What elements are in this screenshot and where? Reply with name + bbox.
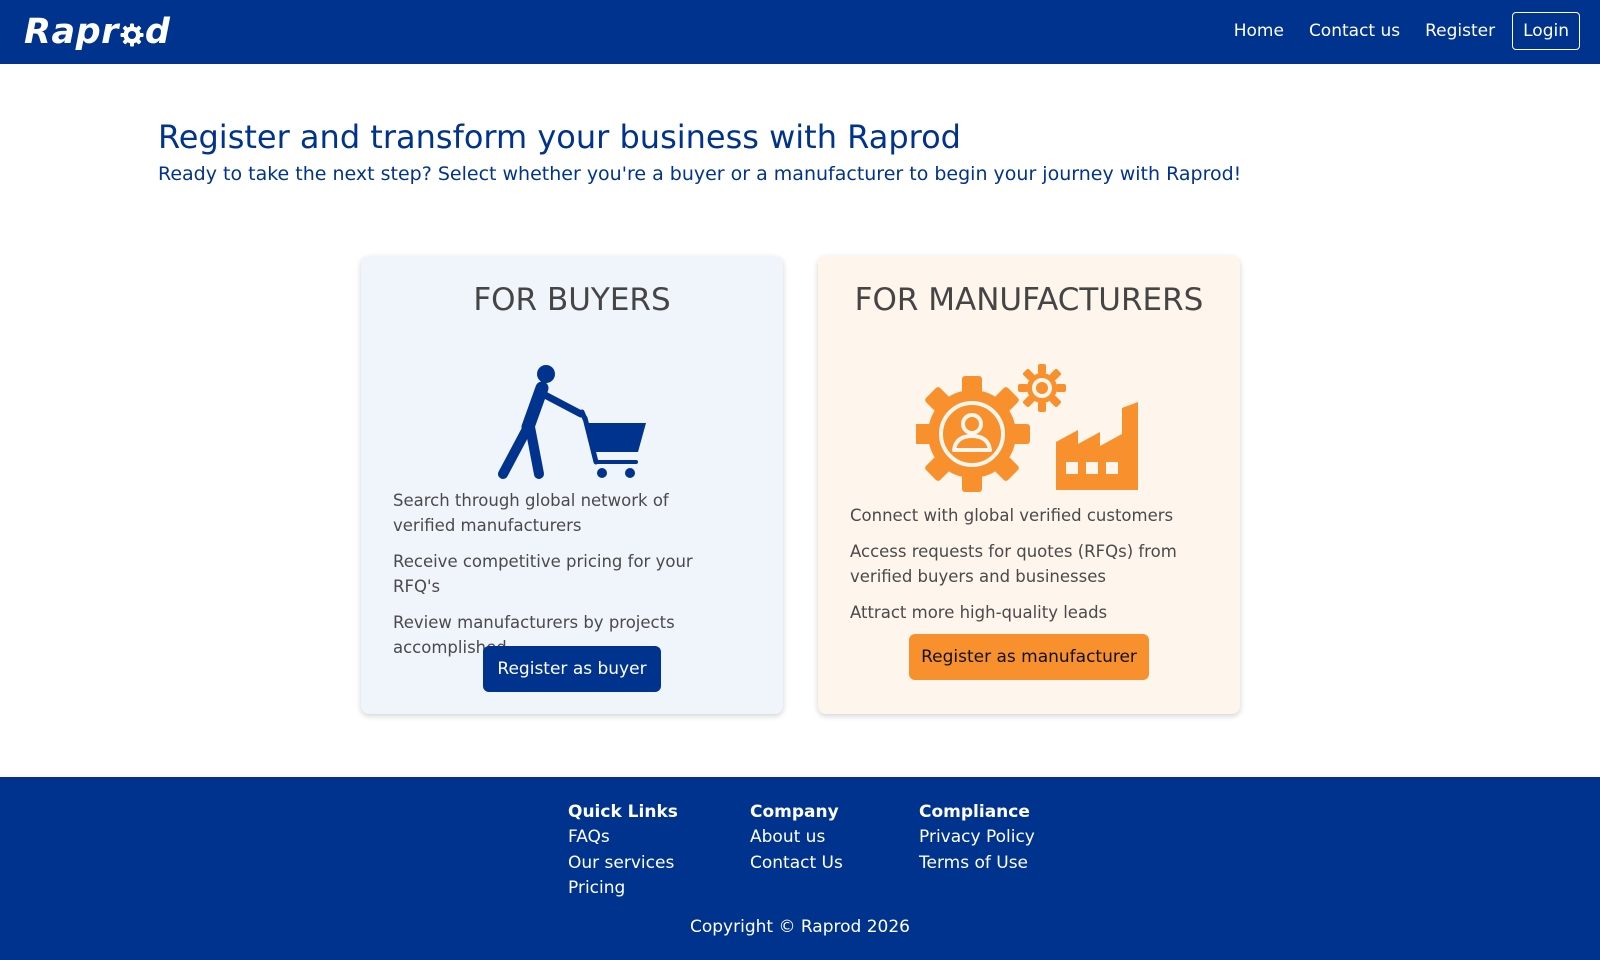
footer-link-pricing[interactable]: Pricing — [568, 876, 678, 902]
manufacturers-feature-item: Connect with global verified customers — [850, 506, 1174, 525]
nav-home-link[interactable]: Home — [1234, 21, 1284, 41]
footer-company: Company About us Contact Us — [750, 800, 843, 876]
login-button[interactable]: Login — [1512, 12, 1580, 50]
footer-heading: Company — [750, 802, 839, 822]
gear-factory-icon — [916, 364, 1138, 492]
footer-quick-links: Quick Links FAQs Our services Pricing — [568, 800, 678, 902]
manufacturers-feature-item: Attract more high-quality leads — [850, 603, 1108, 622]
footer-link-terms[interactable]: Terms of Use — [919, 851, 1035, 877]
shopping-cart-person-icon — [498, 365, 646, 479]
manufacturers-feature-list: Connect with global verified customers A… — [850, 503, 1190, 636]
footer-heading: Quick Links — [568, 802, 678, 822]
brand-logo[interactable]: Rapr d — [24, 8, 170, 56]
register-manufacturer-button[interactable]: Register as manufacturer — [909, 634, 1149, 680]
footer-link-services[interactable]: Our services — [568, 851, 678, 877]
footer-link-privacy[interactable]: Privacy Policy — [919, 825, 1035, 851]
top-navbar: Rapr d Home Contact us Register Login — [0, 0, 1600, 64]
nav-contact-link[interactable]: Contact us — [1309, 21, 1400, 41]
buyers-card-title: FOR BUYERS — [473, 282, 671, 318]
footer-compliance: Compliance Privacy Policy Terms of Use — [919, 800, 1035, 876]
register-buyer-button[interactable]: Register as buyer — [483, 646, 661, 692]
footer-link-contact[interactable]: Contact Us — [750, 851, 843, 877]
page-subtitle: Ready to take the next step? Select whet… — [158, 163, 1242, 185]
footer-link-about[interactable]: About us — [750, 825, 843, 851]
brand-text-start: Rapr — [24, 12, 119, 52]
buyers-feature-item: Search through global network of verifie… — [393, 491, 669, 535]
footer: Quick Links FAQs Our services Pricing Co… — [0, 777, 1600, 960]
buyers-card: FOR BUYERS Search through global network… — [361, 256, 783, 714]
manufacturers-feature-item: Access requests for quotes (RFQs) from v… — [850, 542, 1177, 586]
page-title: Register and transform your business wit… — [158, 118, 961, 156]
gear-icon — [120, 23, 144, 47]
footer-heading: Compliance — [919, 802, 1030, 822]
manufacturers-card-title: FOR MANUFACTURERS — [854, 282, 1204, 318]
nav-register-link[interactable]: Register — [1425, 21, 1495, 41]
footer-link-faqs[interactable]: FAQs — [568, 825, 678, 851]
copyright-text: Copyright © Raprod 2026 — [690, 917, 910, 937]
buyers-feature-list: Search through global network of verifie… — [393, 488, 733, 671]
brand-text-end: d — [144, 12, 171, 52]
nav-links: Home Contact us Register Login — [1209, 12, 1580, 50]
buyers-feature-item: Receive competitive pricing for your RFQ… — [393, 552, 693, 596]
manufacturers-card: FOR MANUFACTURERS Connect with global ve… — [818, 256, 1240, 714]
